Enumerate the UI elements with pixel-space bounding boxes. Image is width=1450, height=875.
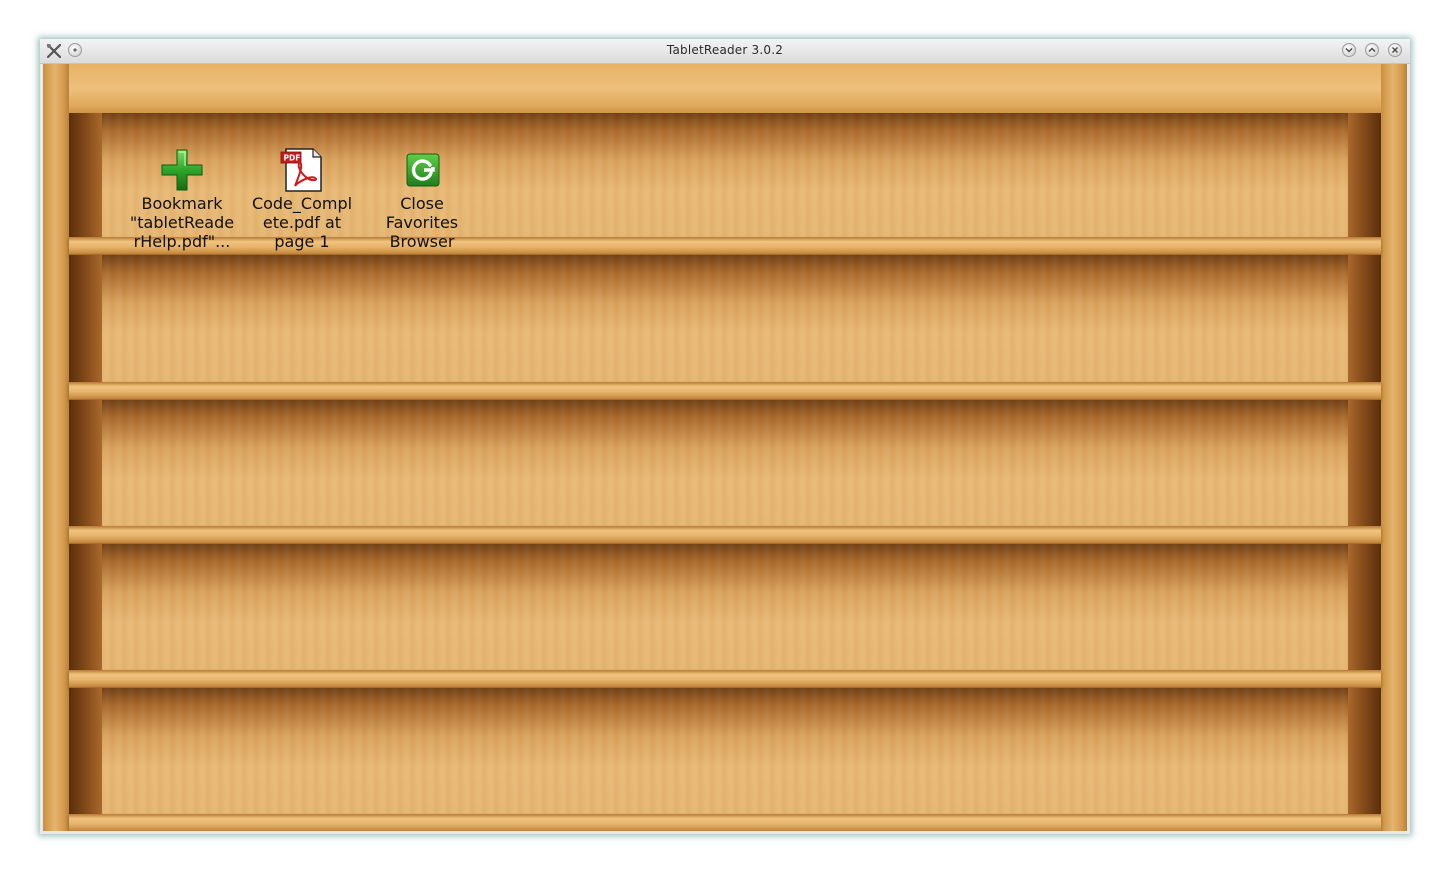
shelf-plank-2 bbox=[69, 382, 1381, 400]
app-window: TabletReader 3.0.2 Bookmark "tabletReade… bbox=[40, 39, 1410, 834]
shelf-frame-right bbox=[1381, 64, 1407, 831]
shelf-row-3 bbox=[69, 400, 1381, 527]
shelf-row-4 bbox=[69, 544, 1381, 671]
shelf-item-pdf[interactable]: PDF Code_Compl ete.pdf at page 1 bbox=[242, 148, 362, 251]
window-title: TabletReader 3.0.2 bbox=[666, 43, 784, 57]
close-icon[interactable] bbox=[1388, 43, 1402, 57]
bookshelf: Bookmark "tabletReade rHelp.pdf"... PDF … bbox=[43, 64, 1407, 831]
pdf-file-icon: PDF bbox=[280, 148, 324, 192]
add-bookmark-icon bbox=[160, 148, 204, 192]
shelf-plank-5 bbox=[69, 814, 1381, 831]
shelf-plank-3 bbox=[69, 526, 1381, 544]
close-browser-icon bbox=[400, 148, 444, 192]
maximize-icon[interactable] bbox=[1365, 43, 1379, 57]
shelf-frame-top bbox=[69, 64, 1381, 113]
item-label: Close Favorites Browser bbox=[385, 194, 459, 251]
shelf-row-2 bbox=[69, 255, 1381, 382]
item-label: Bookmark "tabletReade rHelp.pdf"... bbox=[129, 194, 235, 251]
title-bar[interactable]: TabletReader 3.0.2 bbox=[40, 39, 1410, 64]
shelf-frame-left bbox=[43, 64, 69, 831]
shelf-item-close-browser[interactable]: Close Favorites Browser bbox=[362, 148, 482, 251]
shelf-row-5 bbox=[69, 688, 1381, 815]
shelf-item-add-bookmark[interactable]: Bookmark "tabletReade rHelp.pdf"... bbox=[122, 148, 242, 251]
svg-text:PDF: PDF bbox=[284, 154, 301, 163]
minimize-icon[interactable] bbox=[1342, 43, 1356, 57]
shelf-plank-4 bbox=[69, 670, 1381, 688]
item-label: Code_Compl ete.pdf at page 1 bbox=[251, 194, 353, 251]
